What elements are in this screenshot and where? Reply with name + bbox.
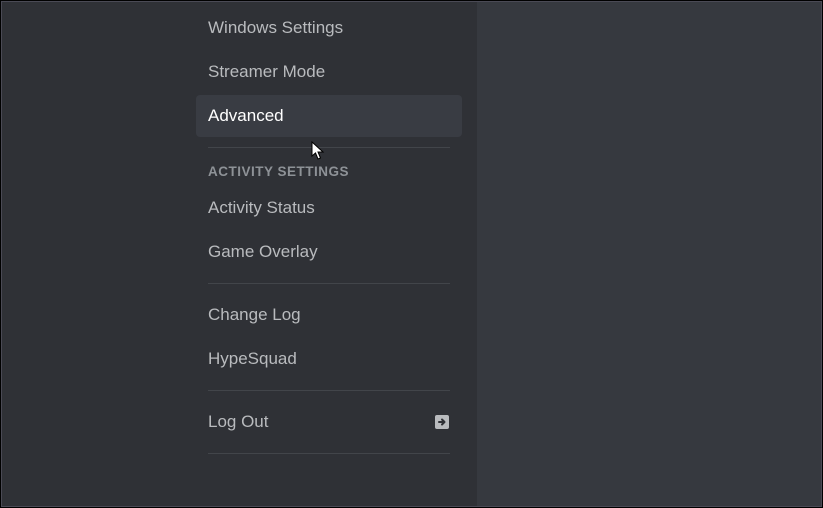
logout-icon — [434, 414, 450, 430]
sidebar-item-game-overlay[interactable]: Game Overlay — [196, 231, 462, 273]
sidebar-item-label: Game Overlay — [208, 242, 318, 262]
separator — [208, 390, 450, 391]
settings-sidebar: Windows Settings Streamer Mode Advanced … — [1, 1, 477, 507]
separator — [208, 147, 450, 148]
sidebar-item-label: HypeSquad — [208, 349, 297, 369]
sidebar-item-advanced[interactable]: Advanced — [196, 95, 462, 137]
sidebar-item-streamer-mode[interactable]: Streamer Mode — [196, 51, 462, 93]
sidebar-item-label: Log Out — [208, 412, 269, 432]
sidebar-item-label: Change Log — [208, 305, 301, 325]
sidebar-item-log-out[interactable]: Log Out — [196, 401, 462, 443]
separator — [208, 453, 450, 454]
sidebar-item-label: Activity Status — [208, 198, 315, 218]
category-header-activity: ACTIVITY SETTINGS — [196, 158, 462, 185]
sidebar-item-label: Advanced — [208, 106, 284, 126]
sidebar-item-label: Windows Settings — [208, 18, 343, 38]
content-panel — [477, 1, 822, 507]
sidebar-item-change-log[interactable]: Change Log — [196, 294, 462, 336]
separator — [208, 283, 450, 284]
sidebar-item-windows-settings[interactable]: Windows Settings — [196, 7, 462, 49]
sidebar-item-label: Streamer Mode — [208, 62, 325, 82]
sidebar-item-activity-status[interactable]: Activity Status — [196, 187, 462, 229]
sidebar-item-hypesquad[interactable]: HypeSquad — [196, 338, 462, 380]
